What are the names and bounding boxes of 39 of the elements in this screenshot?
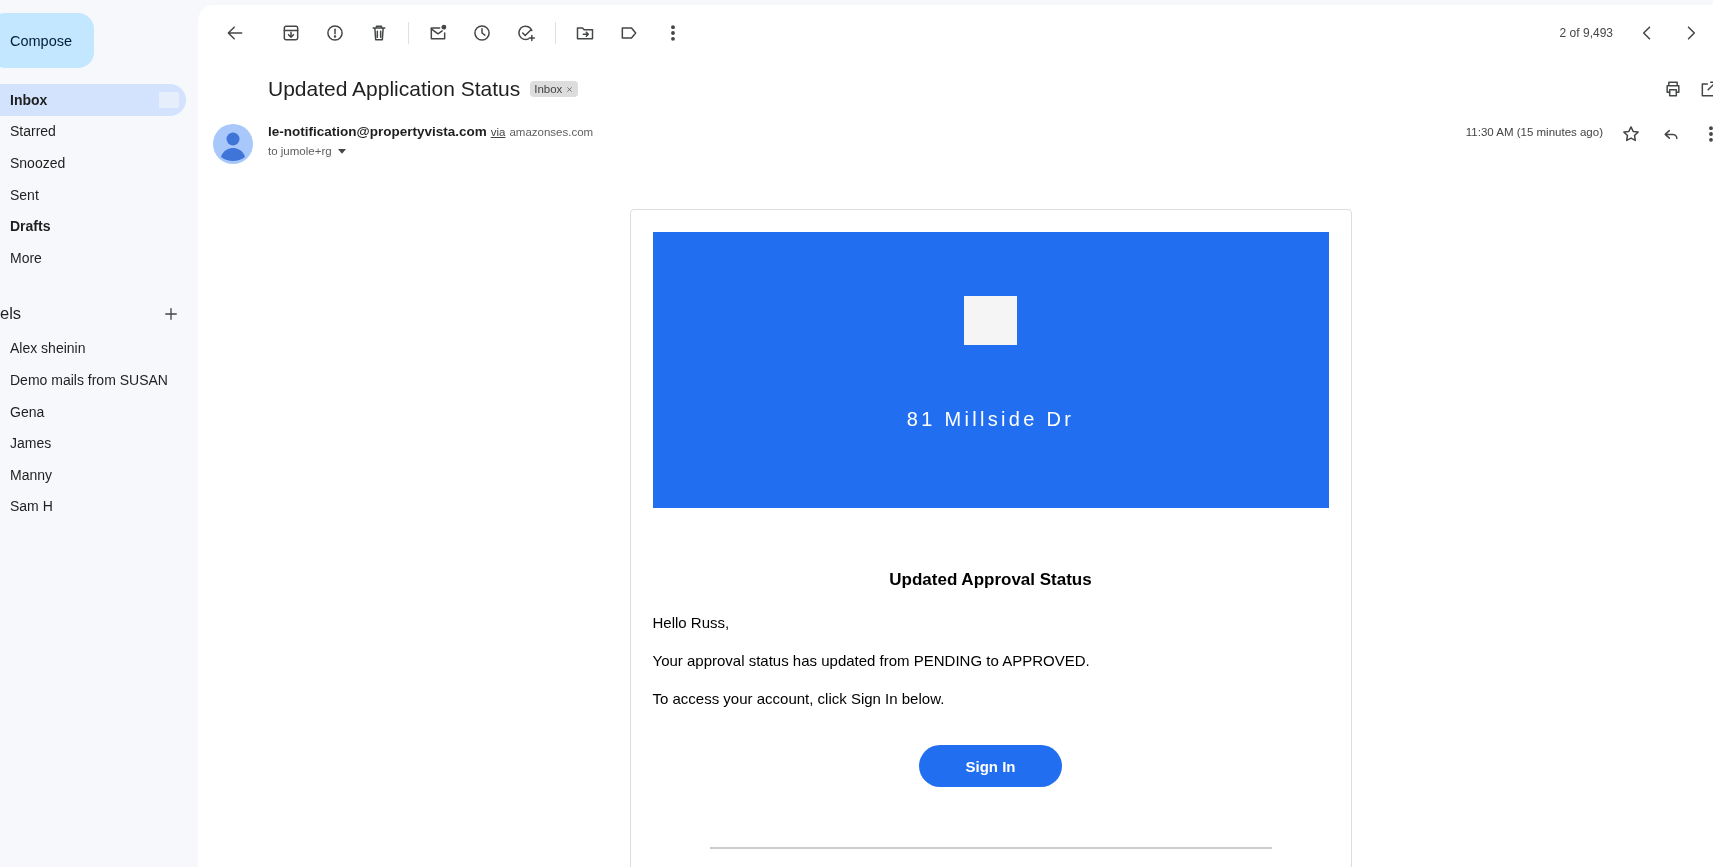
email-subject: Updated Application Status bbox=[268, 77, 521, 101]
close-icon[interactable] bbox=[565, 84, 575, 94]
via-link[interactable]: via bbox=[490, 126, 506, 138]
nav-item[interactable]: Snoozed bbox=[0, 147, 186, 179]
report-spam-icon[interactable] bbox=[325, 23, 345, 43]
sender-email: le-notification@propertyvista.com bbox=[268, 124, 487, 139]
archive-icon[interactable] bbox=[281, 23, 301, 43]
add-task-icon[interactable] bbox=[516, 23, 536, 43]
nav-item[interactable]: Sent bbox=[0, 178, 186, 211]
print-icon[interactable] bbox=[1663, 79, 1683, 99]
email-heading: Updated Approval Status bbox=[888, 570, 1093, 590]
relay-domain: amazonses.com bbox=[509, 126, 594, 138]
nav-item[interactable]: Inbox bbox=[0, 84, 186, 116]
mail-icon[interactable] bbox=[428, 23, 448, 43]
label-item[interactable]: Sam H bbox=[0, 490, 198, 523]
email-paragraph: To access your account, click Sign In below. bbox=[652, 690, 946, 707]
snooze-icon[interactable] bbox=[472, 23, 492, 43]
property-address: 81 Millside Dr bbox=[906, 408, 1075, 431]
label-item[interactable]: Gena bbox=[0, 395, 198, 428]
label-item[interactable]: James bbox=[0, 427, 198, 459]
nav-item[interactable]: More bbox=[0, 241, 186, 274]
nav-item[interactable]: Starred bbox=[0, 115, 186, 148]
label-item[interactable]: Manny bbox=[0, 458, 198, 491]
compose-button[interactable]: Compose bbox=[0, 13, 94, 68]
label-item[interactable]: Alex sheinin bbox=[0, 332, 198, 365]
email-paragraph: Your approval status has updated from PENDING to APPROVED. bbox=[652, 652, 1091, 669]
nav-item[interactable]: Drafts bbox=[0, 210, 186, 242]
email-paragraph: Hello Russ, bbox=[652, 614, 731, 631]
logo-placeholder bbox=[964, 296, 1017, 345]
inbox-tag[interactable]: Inbox bbox=[530, 81, 579, 97]
sign-in-button[interactable]: Sign In bbox=[919, 745, 1062, 787]
open-in-new-window-icon[interactable] bbox=[1699, 79, 1713, 99]
avatar-icon bbox=[213, 124, 253, 164]
recipient: to jumole+rg bbox=[268, 145, 332, 157]
star-icon[interactable] bbox=[1621, 124, 1641, 144]
timestamp: 11:30 AM (15 minutes ago) bbox=[1465, 126, 1603, 138]
labels-heading: els bbox=[0, 304, 22, 324]
message-counter: 2 of 9,493 bbox=[1559, 26, 1613, 40]
label-item[interactable]: Demo mails from SUSAN bbox=[0, 364, 198, 396]
